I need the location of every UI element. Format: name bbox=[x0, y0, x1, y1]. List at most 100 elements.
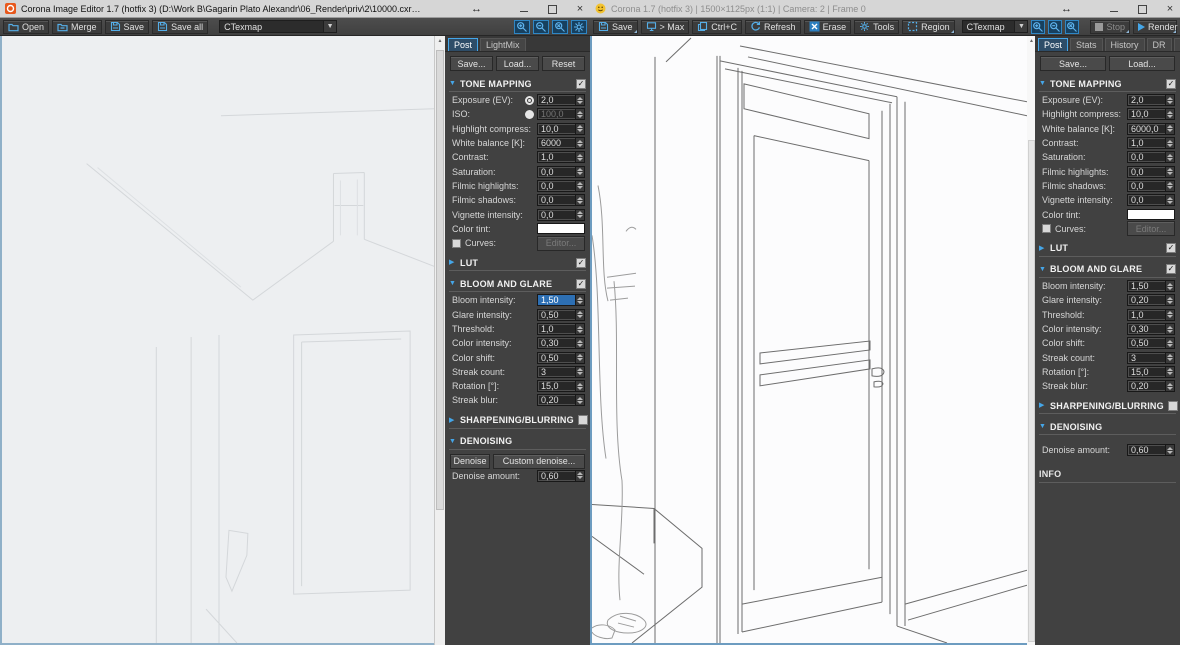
value-input[interactable] bbox=[538, 166, 575, 177]
section-lut[interactable]: ▶ LUT ✓ bbox=[449, 256, 586, 272]
value-spinbox[interactable] bbox=[1127, 308, 1175, 321]
value-input[interactable] bbox=[1128, 366, 1165, 377]
expanded-arrow-icon[interactable]: ▼ bbox=[449, 80, 456, 87]
spinner-icon[interactable] bbox=[575, 109, 584, 120]
maximize-button[interactable] bbox=[546, 3, 558, 15]
spinner-icon[interactable] bbox=[1165, 445, 1174, 456]
spinner-icon[interactable] bbox=[575, 166, 584, 177]
canvas-vertical-scrollbar[interactable]: ▲ bbox=[434, 36, 445, 645]
value-spinbox[interactable] bbox=[537, 323, 585, 335]
value-spinbox[interactable] bbox=[537, 294, 585, 307]
value-spinbox[interactable] bbox=[1127, 194, 1175, 207]
spinner-icon[interactable] bbox=[1165, 109, 1174, 120]
close-button[interactable]: × bbox=[574, 3, 586, 15]
tools-button[interactable]: Tools bbox=[854, 19, 900, 34]
value-input[interactable] bbox=[538, 309, 575, 320]
section-bloom-glare[interactable]: ▼ BLOOM AND GLARE ✓ bbox=[449, 277, 586, 293]
merge-button[interactable]: Merge bbox=[52, 19, 102, 34]
section-info[interactable]: INFO bbox=[1039, 468, 1176, 483]
value-input[interactable] bbox=[1128, 166, 1165, 177]
value-spinbox[interactable] bbox=[537, 365, 585, 378]
value-spinbox[interactable] bbox=[1127, 122, 1175, 135]
spinner-icon[interactable] bbox=[1165, 123, 1174, 134]
value-input[interactable] bbox=[538, 195, 575, 206]
value-input[interactable] bbox=[1128, 109, 1165, 120]
spinner-icon[interactable] bbox=[1165, 180, 1174, 191]
spinner-icon[interactable] bbox=[1165, 95, 1174, 106]
value-spinbox[interactable] bbox=[537, 351, 585, 364]
spinner-icon[interactable] bbox=[1165, 366, 1174, 377]
spinner-icon[interactable] bbox=[1165, 138, 1174, 149]
value-input[interactable] bbox=[538, 138, 575, 149]
zoom-reset-button[interactable] bbox=[1065, 19, 1080, 34]
value-spinbox[interactable] bbox=[1127, 94, 1175, 107]
load-preset-button[interactable]: Load... bbox=[1109, 56, 1175, 71]
bloom-checkbox[interactable]: ✓ bbox=[576, 278, 586, 289]
value-input[interactable] bbox=[1128, 338, 1165, 349]
value-spinbox[interactable] bbox=[537, 108, 585, 121]
tone-mapping-checkbox[interactable]: ✓ bbox=[576, 78, 586, 89]
value-input[interactable] bbox=[1128, 324, 1165, 334]
scrollbar-thumb[interactable] bbox=[1028, 140, 1035, 642]
region-button[interactable]: Region bbox=[902, 19, 955, 34]
spinner-icon[interactable] bbox=[575, 138, 584, 149]
value-input[interactable] bbox=[1128, 152, 1165, 163]
spinner-icon[interactable] bbox=[575, 209, 584, 220]
value-input[interactable] bbox=[538, 366, 575, 377]
value-input[interactable] bbox=[538, 381, 575, 392]
spinner-icon[interactable] bbox=[575, 180, 584, 191]
value-input[interactable] bbox=[1128, 95, 1165, 106]
value-input[interactable] bbox=[538, 338, 575, 349]
value-spinbox[interactable] bbox=[537, 194, 585, 207]
zoom-in-button[interactable] bbox=[514, 19, 530, 34]
channel-dropdown[interactable]: CTexmap ▼ bbox=[961, 20, 1029, 33]
value-spinbox[interactable] bbox=[1127, 108, 1175, 121]
spinner-icon[interactable] bbox=[1165, 295, 1174, 306]
value-spinbox[interactable] bbox=[1127, 365, 1175, 378]
value-input[interactable] bbox=[1128, 381, 1165, 392]
collapsed-arrow-icon[interactable]: ▶ bbox=[449, 417, 456, 424]
radio-button[interactable] bbox=[525, 95, 534, 105]
to-max-button[interactable]: > Max bbox=[640, 19, 690, 34]
value-input[interactable] bbox=[1128, 180, 1165, 191]
section-denoising[interactable]: ▼ DENOISING bbox=[1039, 420, 1176, 436]
denoise-button[interactable]: Denoise bbox=[450, 453, 490, 469]
color-tint-swatch[interactable] bbox=[1127, 209, 1175, 221]
curves-checkbox[interactable] bbox=[452, 238, 461, 248]
collapsed-arrow-icon[interactable]: ▶ bbox=[449, 259, 456, 266]
value-spinbox[interactable] bbox=[537, 165, 585, 178]
minimize-button[interactable] bbox=[518, 3, 530, 15]
section-sharpening[interactable]: ▶ SHARPENING/BLURRING bbox=[449, 414, 588, 429]
value-input[interactable] bbox=[1128, 309, 1165, 320]
value-input[interactable] bbox=[1128, 195, 1165, 206]
curves-checkbox[interactable] bbox=[1042, 224, 1051, 234]
value-input[interactable] bbox=[538, 123, 575, 134]
value-input[interactable] bbox=[538, 209, 575, 220]
section-sharpening[interactable]: ▶ SHARPENING/BLURRING bbox=[1039, 399, 1178, 415]
open-button[interactable]: Open bbox=[3, 19, 50, 34]
spinner-icon[interactable] bbox=[1165, 381, 1174, 392]
section-bloom-glare[interactable]: ▼ BLOOM AND GLARE ✓ bbox=[1039, 263, 1176, 278]
section-lut[interactable]: ▶ LUT ✓ bbox=[1039, 242, 1176, 257]
value-spinbox[interactable] bbox=[537, 151, 585, 164]
value-input[interactable] bbox=[538, 352, 575, 363]
vfb-render-canvas[interactable] bbox=[590, 36, 1027, 645]
tab-post[interactable]: Post bbox=[448, 38, 479, 51]
value-input[interactable] bbox=[1128, 445, 1165, 456]
sharpening-checkbox[interactable] bbox=[577, 415, 588, 426]
value-input[interactable] bbox=[538, 324, 575, 334]
curves-editor-button[interactable]: Editor... bbox=[1127, 221, 1175, 237]
erase-button[interactable]: Erase bbox=[803, 19, 852, 34]
value-input[interactable] bbox=[538, 395, 575, 406]
value-spinbox[interactable] bbox=[1127, 294, 1175, 307]
value-spinbox[interactable] bbox=[537, 394, 585, 407]
collapsed-arrow-icon[interactable]: ▶ bbox=[1039, 402, 1046, 409]
spinner-icon[interactable] bbox=[575, 152, 584, 163]
tab-post[interactable]: Post bbox=[1038, 38, 1069, 51]
section-tone-mapping[interactable]: ▼ TONE MAPPING ✓ bbox=[449, 77, 586, 92]
value-spinbox[interactable] bbox=[537, 208, 585, 221]
spinner-icon[interactable] bbox=[575, 395, 584, 406]
expanded-arrow-icon[interactable]: ▼ bbox=[449, 438, 456, 445]
collapsed-arrow-icon[interactable]: ▶ bbox=[1039, 245, 1046, 252]
render-button[interactable]: Render bbox=[1133, 19, 1178, 34]
